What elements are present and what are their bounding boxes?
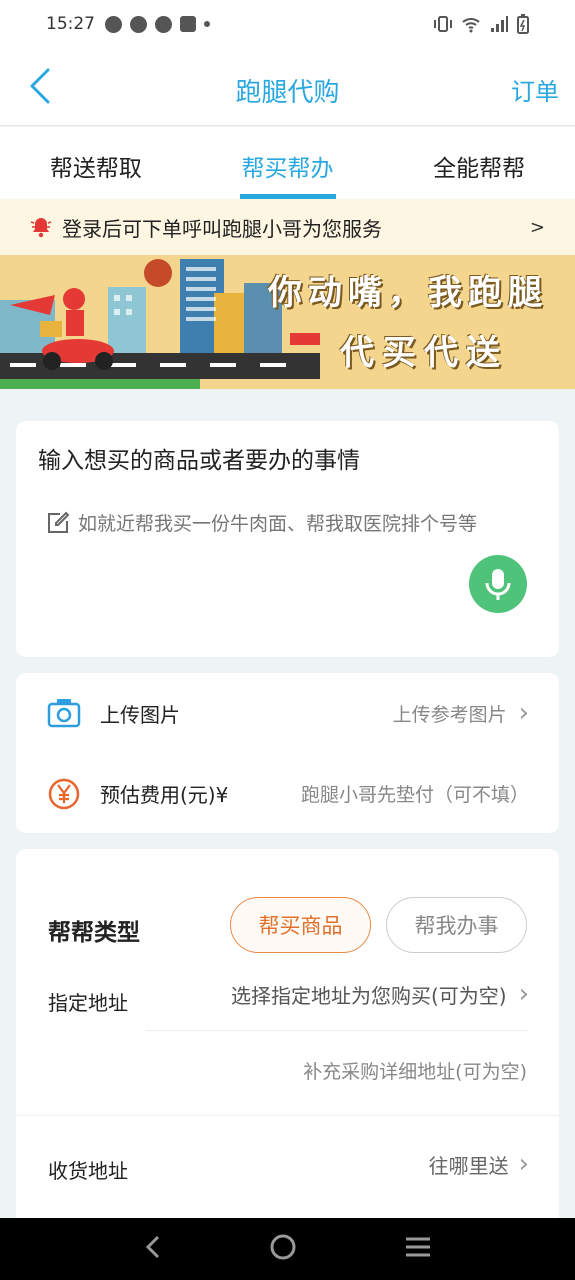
edit-icon [48, 511, 70, 533]
chevron-right-icon: › [518, 1149, 529, 1179]
status-bar: 15:27 [0, 0, 575, 48]
promo-banner[interactable]: 你动嘴，我跑腿 代买代送 [0, 255, 575, 389]
tab-all-help[interactable]: 全能帮帮 [383, 127, 575, 199]
signal-icon [491, 16, 508, 32]
message-icon [105, 15, 122, 33]
help-type-label: 帮帮类型 [48, 920, 140, 946]
notice-arrow: > [529, 216, 545, 238]
gear-icon [130, 15, 147, 33]
vibrate-icon [434, 16, 452, 32]
receive-address-value: 往哪里送 [428, 1153, 509, 1178]
tab-buy-do[interactable]: 帮买帮办 [192, 127, 384, 199]
estimated-fee-row[interactable]: 预估费用(元)¥ 跑腿小哥先垫付（可不填） [16, 753, 559, 833]
chevron-right-icon: › [518, 979, 529, 1009]
back-icon [146, 1235, 160, 1259]
receive-address-selector[interactable]: 往哪里送 › [429, 1149, 529, 1179]
more-dot-icon [204, 21, 210, 27]
voice-input-button[interactable] [469, 555, 527, 613]
upload-image-value: 上传参考图片 [392, 703, 507, 726]
notice-text: 登录后可下单呼叫跑腿小哥为您服务 [62, 216, 382, 241]
system-icons [433, 14, 529, 34]
detail-address-input[interactable]: 补充采购详细地址(可为空) [303, 1057, 527, 1084]
bag-icon [180, 16, 196, 32]
header: 跑腿代购 订单 [0, 48, 575, 126]
system-nav-bar [0, 1218, 575, 1280]
tab-send-fetch[interactable]: 帮送帮取 [0, 127, 192, 199]
login-notice[interactable]: 登录后可下单呼叫跑腿小哥为您服务 > [0, 199, 575, 255]
nav-recents-button[interactable] [404, 1236, 432, 1262]
designated-address-value: 选择指定地址为您购买(可为空) [230, 983, 507, 1008]
upload-image-label: 上传图片 [100, 702, 180, 727]
yen-icon [48, 778, 80, 810]
menu-icon [405, 1237, 430, 1257]
request-card: 输入想买的商品或者要办的事情 如就近帮我买一份牛肉面、帮我取医院排个号等 [16, 421, 559, 657]
nav-home-button[interactable] [269, 1233, 297, 1265]
estimated-fee-input[interactable]: 跑腿小哥先垫付（可不填） [301, 780, 529, 807]
divider [16, 1115, 559, 1116]
status-time: 15:27 [46, 14, 95, 34]
microphone-icon [485, 569, 511, 600]
page-title: 跑腿代购 [235, 78, 340, 108]
home-circle-icon [270, 1234, 296, 1260]
check-icon [155, 15, 172, 33]
upload-image-row[interactable]: 上传图片 上传参考图片 › [16, 673, 559, 753]
wifi-icon [462, 18, 480, 33]
tab-bar: 帮送帮取 帮买帮办 全能帮帮 [0, 127, 575, 199]
banner-slogan-1: 你动嘴，我跑腿 [268, 273, 548, 313]
estimated-fee-label: 预估费用(元)¥ [100, 782, 229, 807]
options-card: 上传图片 上传参考图片 › 预估费用(元)¥ 跑腿小哥先垫付（可不填） [16, 673, 559, 833]
orders-link[interactable]: 订单 [511, 72, 559, 107]
request-heading: 输入想买的商品或者要办的事情 [38, 448, 360, 474]
banner-slogan-2: 代买代送 [340, 333, 508, 373]
notification-icons [105, 15, 210, 33]
receive-address-label: 收货地址 [48, 1159, 128, 1183]
designated-address-selector[interactable]: 选择指定地址为您购买(可为空) › [231, 979, 529, 1009]
camera-icon [47, 699, 81, 728]
type-address-card: 帮帮类型 帮买商品 帮我办事 指定地址 选择指定地址为您购买(可为空) › 补充… [16, 849, 559, 1229]
request-input[interactable]: 如就近帮我买一份牛肉面、帮我取医院排个号等 [46, 509, 477, 536]
request-placeholder: 如就近帮我买一份牛肉面、帮我取医院排个号等 [78, 513, 478, 535]
nav-back-button[interactable] [143, 1234, 163, 1264]
help-do-errand-option[interactable]: 帮我办事 [386, 897, 527, 953]
chevron-right-icon: › [518, 698, 529, 728]
divider [146, 1030, 529, 1031]
battery-icon [517, 14, 529, 34]
bell-icon [30, 218, 52, 238]
help-buy-goods-option[interactable]: 帮买商品 [230, 897, 371, 953]
designated-address-label: 指定地址 [48, 991, 128, 1015]
